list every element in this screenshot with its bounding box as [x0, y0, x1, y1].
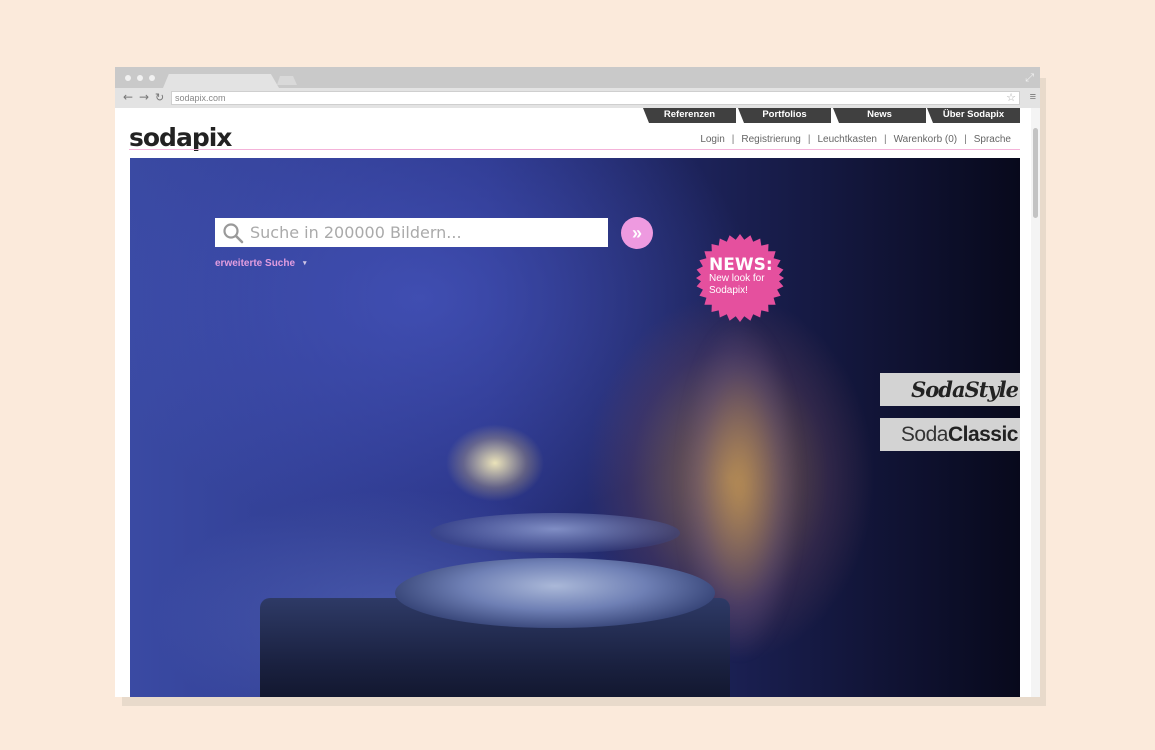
sodastyle-button[interactable]: SodaStyle: [880, 373, 1020, 406]
star-icon[interactable]: ☆: [1006, 91, 1016, 104]
web-page: Referenzen Portfolios News Über Sodapix …: [115, 108, 1031, 697]
separator: |: [731, 134, 735, 145]
news-line2: Sodapix!: [709, 285, 748, 296]
language-link[interactable]: Sprache: [974, 134, 1011, 145]
news-line1: New look for: [709, 273, 765, 284]
news-title: NEWS:: [709, 255, 773, 275]
sodaclassic-prefix: Soda: [900, 422, 949, 446]
nav-tab-news[interactable]: News: [833, 108, 926, 123]
window-dot[interactable]: [149, 75, 155, 81]
search-go-button[interactable]: »: [621, 217, 653, 249]
page-scrollbar[interactable]: [1031, 108, 1040, 697]
new-tab-button[interactable]: [277, 76, 297, 85]
reload-icon[interactable]: ↻: [155, 91, 164, 104]
nav-tab-ueber-sodapix[interactable]: Über Sodapix: [927, 108, 1020, 123]
sodaclassic-suffix: Classic: [947, 422, 1019, 446]
browser-tab[interactable]: [163, 74, 279, 88]
arrow-right-icon[interactable]: →: [139, 90, 149, 104]
register-link[interactable]: Registrierung: [741, 134, 800, 145]
separator: |: [883, 134, 887, 145]
separator: |: [807, 134, 811, 145]
browser-titlebar: ⤢: [115, 67, 1040, 88]
address-bar[interactable]: sodapix.com ☆: [171, 91, 1020, 105]
window-dot[interactable]: [137, 75, 143, 81]
cart-link[interactable]: Warenkorb (0): [894, 134, 958, 145]
window-dot[interactable]: [125, 75, 131, 81]
search-icon: [223, 223, 244, 244]
login-link[interactable]: Login: [700, 134, 724, 145]
browser-toolbar: ← → ↻ sodapix.com ☆ ≡: [115, 88, 1040, 108]
utility-links: Login | Registrierung | Leuchtkasten | Warenko…: [700, 134, 1011, 145]
sodaclassic-button[interactable]: Soda Classic: [880, 418, 1020, 451]
site-logo[interactable]: sodapix: [129, 123, 232, 152]
advanced-search-label: erweiterte Suche: [215, 258, 296, 269]
turntable-back: [430, 513, 680, 553]
search-input[interactable]: [215, 218, 608, 247]
arrow-left-icon[interactable]: ←: [123, 90, 133, 104]
news-badge-text[interactable]: NEWS: New look for Sodapix!: [709, 257, 784, 297]
nav-tab-referenzen[interactable]: Referenzen: [643, 108, 736, 123]
hamburger-menu-icon[interactable]: ≡: [1030, 91, 1036, 103]
chevron-down-icon: ▾: [303, 260, 307, 268]
nav-tab-portfolios[interactable]: Portfolios: [738, 108, 831, 123]
browser-window: ⤢ ← → ↻ sodapix.com ☆ ≡ Referenzen Portf…: [115, 67, 1040, 697]
advanced-search-link[interactable]: erweiterte Suche ▾: [215, 258, 307, 269]
turntable-platter: [395, 558, 715, 628]
header-divider: [129, 149, 1020, 150]
scrollbar-thumb[interactable]: [1033, 128, 1038, 218]
separator: |: [964, 134, 967, 145]
lightbox-link[interactable]: Leuchtkasten: [817, 134, 877, 145]
hero-image: » erweiterte Suche ▾ NEWS: New look for S…: [130, 158, 1020, 697]
url-text: sodapix.com: [175, 93, 226, 103]
expand-icon[interactable]: ⤢: [1025, 72, 1034, 85]
